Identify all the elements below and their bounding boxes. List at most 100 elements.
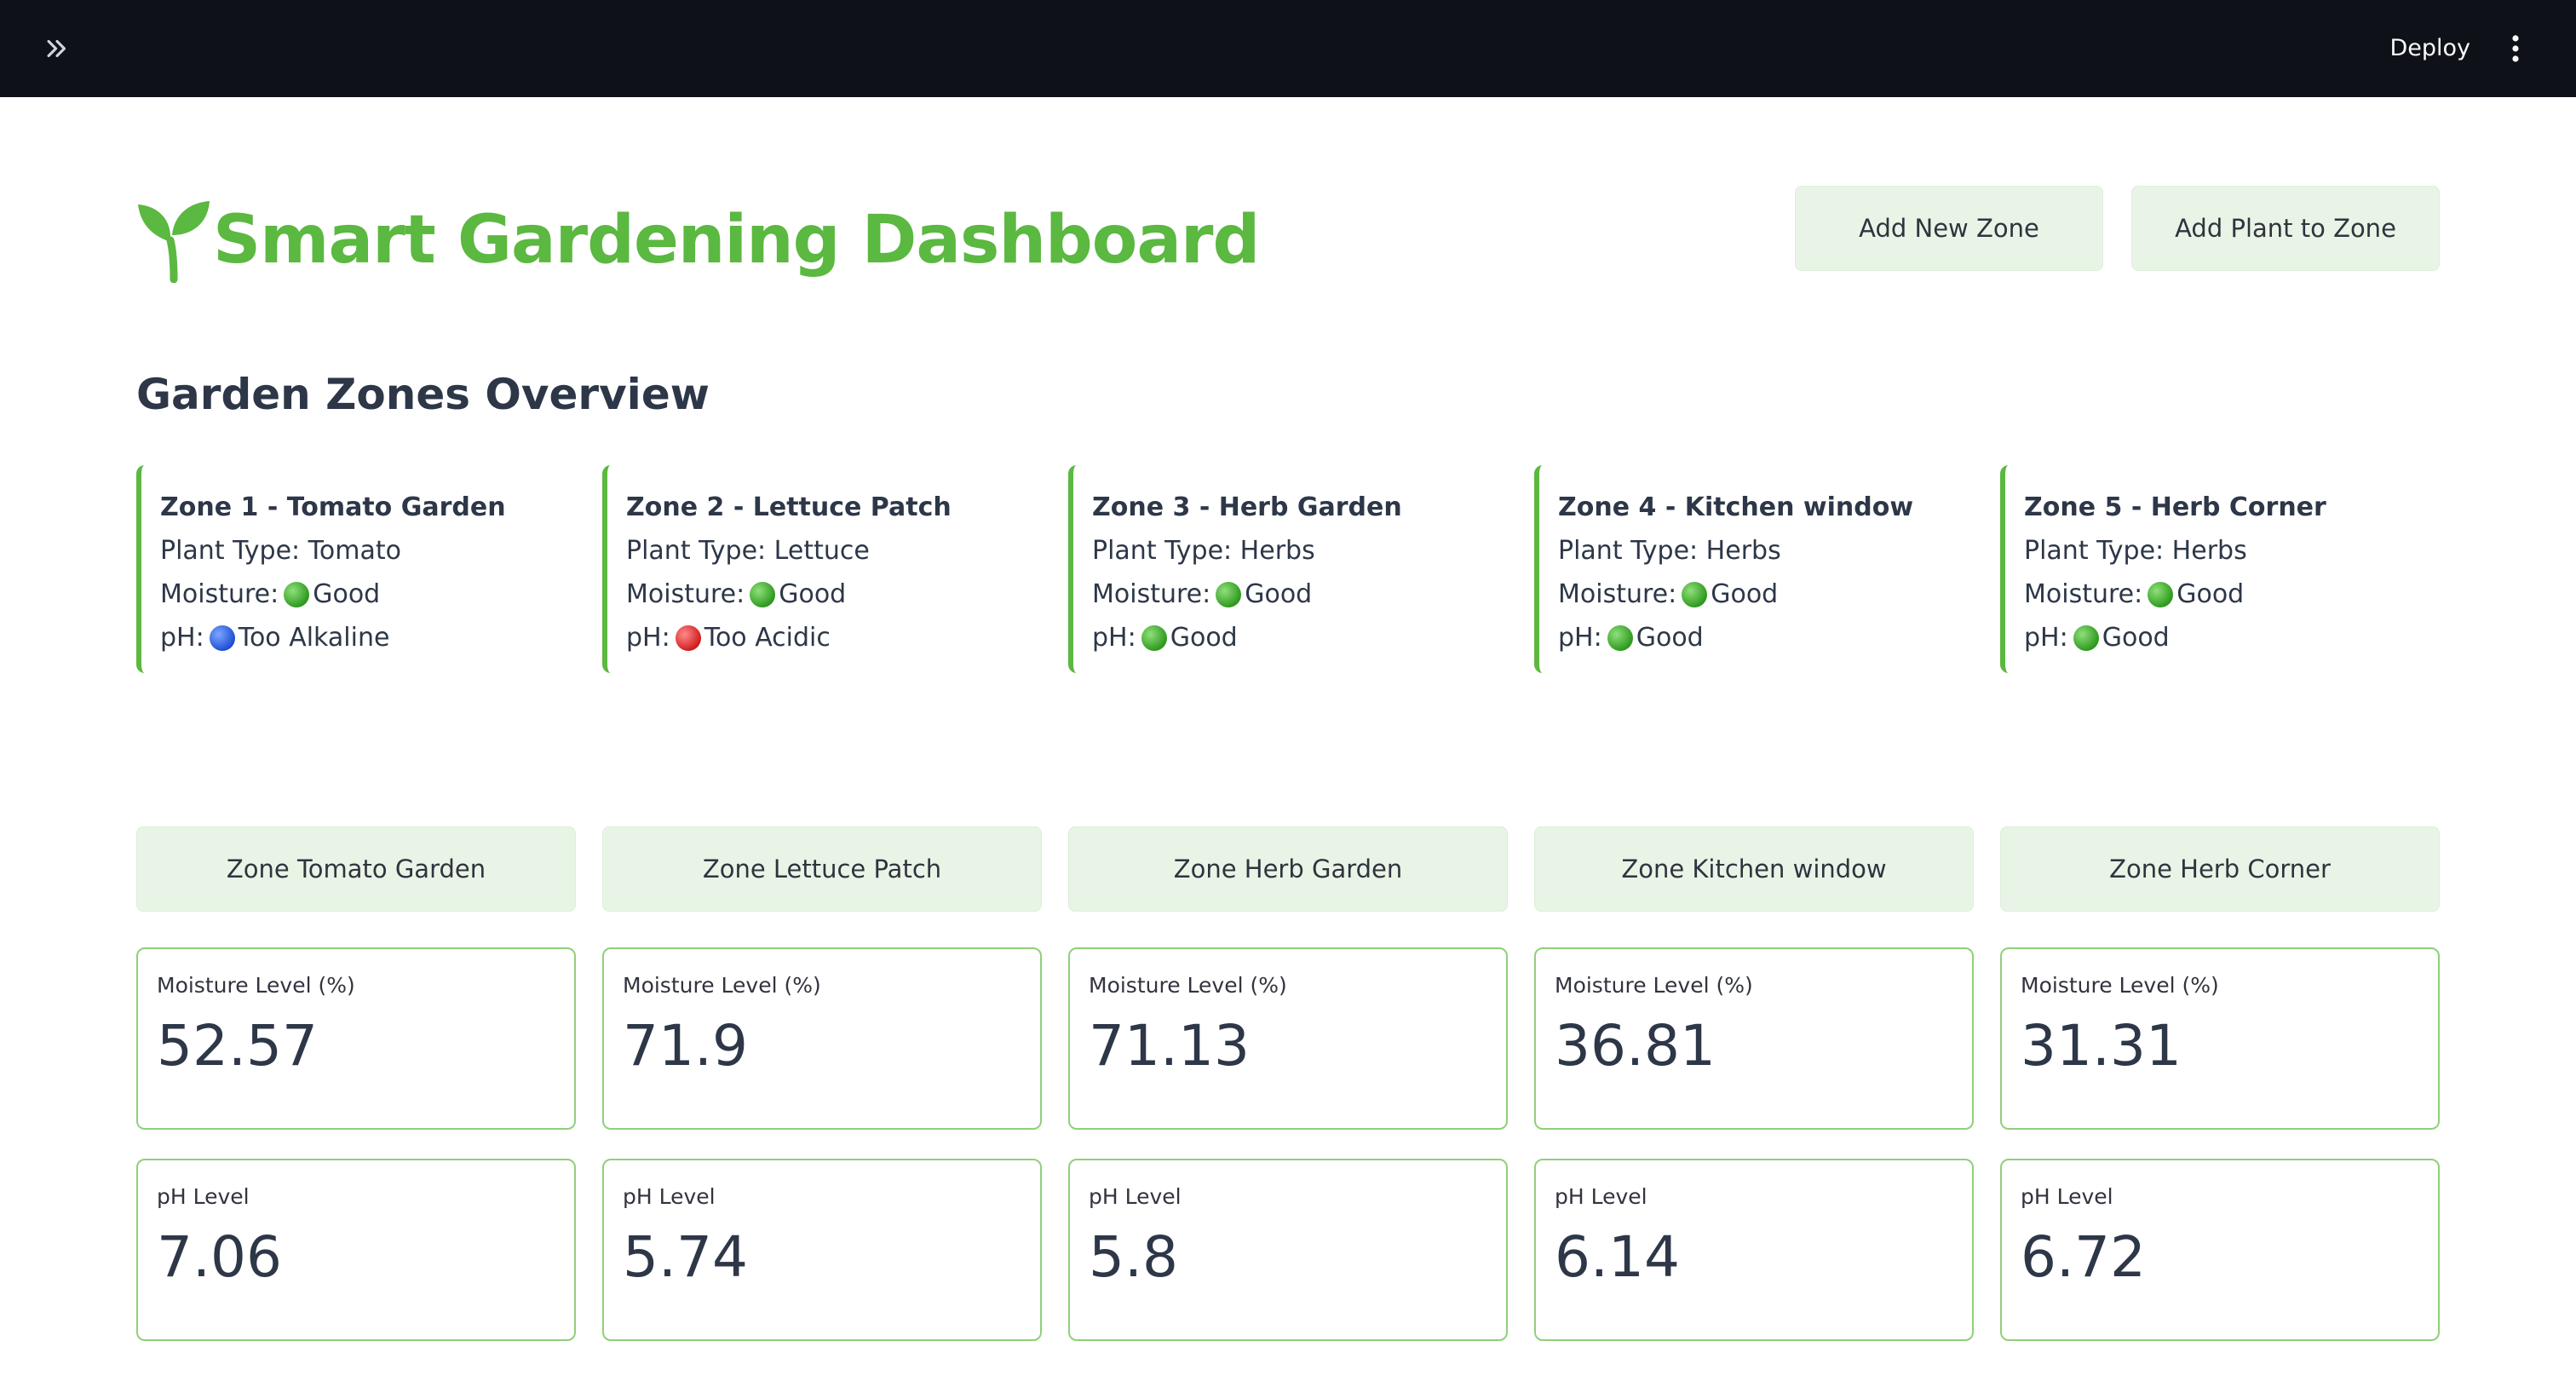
metric-value: 71.13 — [1089, 1013, 1250, 1079]
zone-ph-status: pH: Good — [1092, 616, 1494, 659]
zone-name: Zone 5 - Herb Corner — [2024, 492, 2326, 522]
zone-kitchen-window-button[interactable]: Zone Kitchen window — [1534, 826, 1974, 912]
main-menu-button[interactable] — [2496, 29, 2535, 68]
metric-label: pH Level — [1089, 1184, 1182, 1209]
moisture-metric-card: Moisture Level (%) 52.57 — [136, 947, 576, 1130]
zone-ph-status: pH: Too Alkaline — [160, 616, 562, 659]
metric-label: Moisture Level (%) — [2021, 973, 2219, 998]
add-new-zone-button[interactable]: Add New Zone — [1795, 186, 2103, 271]
zone-name: Zone 3 - Herb Garden — [1092, 492, 1402, 522]
zone-card: Zone 4 - Kitchen window Plant Type: Herb… — [1534, 465, 1960, 673]
moisture-prefix: Moisture: — [2024, 579, 2143, 609]
moisture-status-text: Good — [313, 579, 381, 609]
ph-metric-card: pH Level 5.8 — [1068, 1159, 1508, 1341]
zone-name: Zone 1 - Tomato Garden — [160, 492, 506, 522]
ph-status-text: Good — [2102, 623, 2170, 653]
metric-label: pH Level — [623, 1184, 716, 1209]
zone-ph-status: pH: Too Acidic — [626, 616, 1028, 659]
zone-card: Zone 5 - Herb Corner Plant Type: Herbs M… — [2000, 465, 2426, 673]
metric-label: pH Level — [2021, 1184, 2113, 1209]
ph-prefix: pH: — [2024, 623, 2068, 653]
green-circle-icon — [750, 581, 776, 607]
zone-ph-status: pH: Good — [2024, 616, 2426, 659]
green-circle-icon — [284, 581, 310, 607]
ph-metric-card: pH Level 7.06 — [136, 1159, 576, 1341]
moisture-prefix: Moisture: — [1558, 579, 1677, 609]
metric-label: Moisture Level (%) — [1555, 973, 1753, 998]
ph-metric-card: pH Level 6.72 — [2000, 1159, 2440, 1341]
deploy-button[interactable]: Deploy — [2383, 26, 2477, 72]
moisture-metric-card: Moisture Level (%) 36.81 — [1534, 947, 1974, 1130]
metric-value: 52.57 — [157, 1013, 318, 1079]
metric-label: pH Level — [1555, 1184, 1647, 1209]
metric-value: 5.74 — [623, 1224, 748, 1290]
page-title: Smart Gardening Dashboard — [213, 202, 1260, 279]
green-circle-icon — [1141, 624, 1167, 651]
ph-prefix: pH: — [1092, 623, 1136, 653]
zone-name: Zone 2 - Lettuce Patch — [626, 492, 952, 522]
green-circle-icon — [2148, 581, 2174, 607]
moisture-metric-card: Moisture Level (%) 71.13 — [1068, 947, 1508, 1130]
section-title: Garden Zones Overview — [136, 370, 710, 419]
moisture-prefix: Moisture: — [1092, 579, 1211, 609]
metric-value: 6.14 — [1555, 1224, 1680, 1290]
metric-label: Moisture Level (%) — [1089, 973, 1287, 998]
zone-herb-garden-button[interactable]: Zone Herb Garden — [1068, 826, 1508, 912]
ph-status-text: Good — [1170, 623, 1238, 653]
zone-tomato-garden-button[interactable]: Zone Tomato Garden — [136, 826, 576, 912]
metric-label: Moisture Level (%) — [623, 973, 821, 998]
zone-card: Zone 1 - Tomato Garden Plant Type: Tomat… — [136, 465, 562, 673]
zone-card: Zone 3 - Herb Garden Plant Type: Herbs M… — [1068, 465, 1494, 673]
zone-card: Zone 2 - Lettuce Patch Plant Type: Lettu… — [602, 465, 1028, 673]
expand-sidebar-button[interactable] — [37, 29, 77, 68]
metric-label: Moisture Level (%) — [157, 973, 355, 998]
zone-moisture-status: Moisture: Good — [1092, 573, 1494, 616]
zone-plant-type: Plant Type: Herbs — [2024, 536, 2247, 566]
zone-name: Zone 4 - Kitchen window — [1558, 492, 1914, 522]
moisture-status-text: Good — [779, 579, 847, 609]
ph-status-text: Too Acidic — [704, 623, 831, 653]
green-circle-icon — [1607, 624, 1633, 651]
zone-moisture-status: Moisture: Good — [626, 573, 1028, 616]
ph-metric-card: pH Level 6.14 — [1534, 1159, 1974, 1341]
zone-plant-type: Plant Type: Tomato — [160, 536, 401, 566]
kebab-menu-icon — [2512, 35, 2519, 62]
zone-moisture-status: Moisture: Good — [2024, 573, 2426, 616]
ph-metric-card: pH Level 5.74 — [602, 1159, 1042, 1341]
green-circle-icon — [1216, 581, 1242, 607]
blue-circle-icon — [209, 624, 235, 651]
ph-status-text: Too Alkaline — [238, 623, 390, 653]
zone-lettuce-patch-button[interactable]: Zone Lettuce Patch — [602, 826, 1042, 912]
moisture-status-text: Good — [1711, 579, 1779, 609]
metric-value: 5.8 — [1089, 1224, 1178, 1290]
double-chevron-right-icon — [47, 39, 66, 58]
metric-value: 7.06 — [157, 1224, 282, 1290]
ph-prefix: pH: — [626, 623, 670, 653]
add-plant-to-zone-button[interactable]: Add Plant to Zone — [2131, 186, 2440, 271]
ph-status-text: Good — [1636, 623, 1704, 653]
ph-prefix: pH: — [160, 623, 204, 653]
top-toolbar: Deploy — [0, 0, 2576, 97]
zone-ph-status: pH: Good — [1558, 616, 1960, 659]
moisture-metric-card: Moisture Level (%) 31.31 — [2000, 947, 2440, 1130]
zone-plant-type: Plant Type: Herbs — [1558, 536, 1781, 566]
zone-plant-type: Plant Type: Lettuce — [626, 536, 870, 566]
green-circle-icon — [1682, 581, 1708, 607]
moisture-status-text: Good — [2176, 579, 2245, 609]
zone-moisture-status: Moisture: Good — [160, 573, 562, 616]
page-header: Smart Gardening Dashboard — [136, 189, 1260, 291]
green-circle-icon — [2073, 624, 2099, 651]
moisture-metric-card: Moisture Level (%) 71.9 — [602, 947, 1042, 1130]
red-circle-icon — [675, 624, 701, 651]
zone-moisture-status: Moisture: Good — [1558, 573, 1960, 616]
ph-prefix: pH: — [1558, 623, 1602, 653]
moisture-status-text: Good — [1245, 579, 1313, 609]
seedling-icon — [138, 201, 210, 283]
zone-herb-corner-button[interactable]: Zone Herb Corner — [2000, 826, 2440, 912]
metric-value: 71.9 — [623, 1013, 748, 1079]
metric-label: pH Level — [157, 1184, 250, 1209]
metric-value: 36.81 — [1555, 1013, 1716, 1079]
moisture-prefix: Moisture: — [626, 579, 745, 609]
metric-value: 31.31 — [2021, 1013, 2182, 1079]
moisture-prefix: Moisture: — [160, 579, 279, 609]
